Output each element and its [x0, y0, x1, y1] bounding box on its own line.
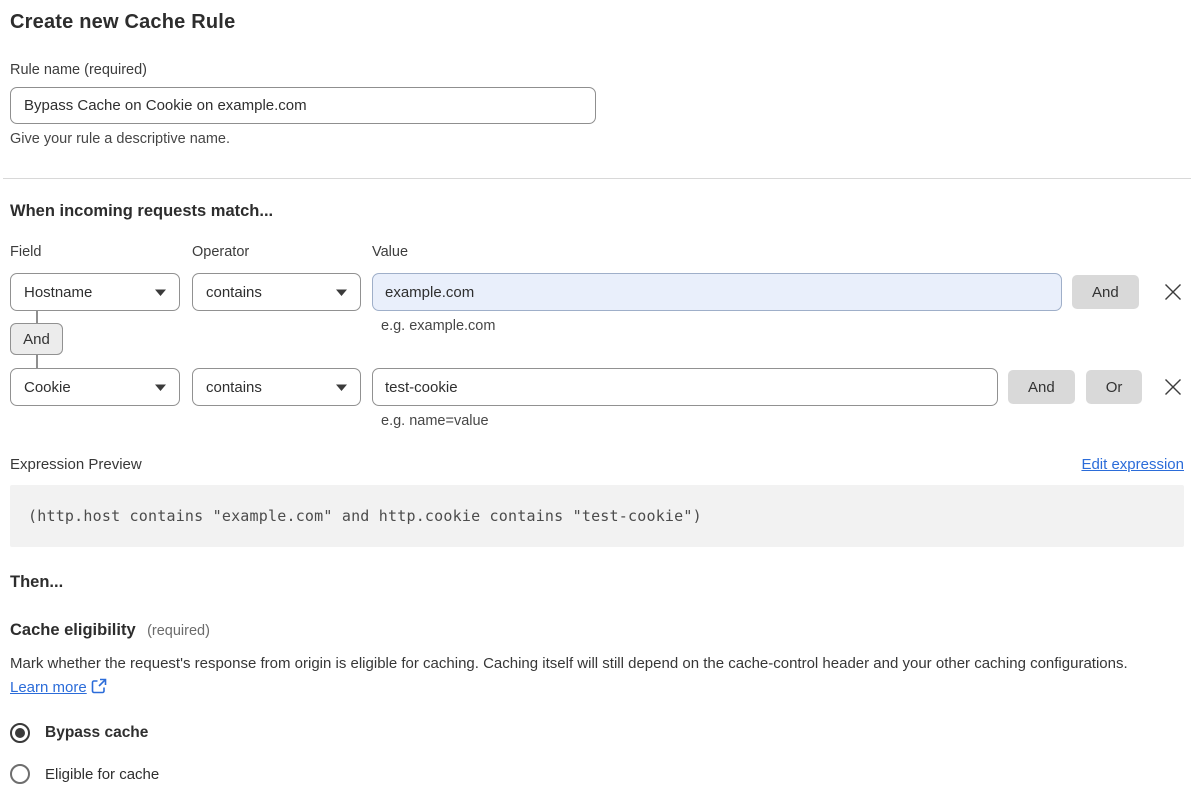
match-section-heading: When incoming requests match...: [10, 202, 274, 220]
operator-select-2-value: contains: [206, 378, 262, 396]
create-cache-rule-form: Create new Cache Rule Rule name (require…: [3, 0, 1191, 784]
condition-row-1: Hostname contains And: [10, 273, 1184, 311]
chevron-down-icon: [336, 289, 347, 296]
operator-column-label: Operator: [192, 244, 250, 260]
external-link-icon: [91, 678, 107, 702]
condition-column-labels: Field Operator Value: [10, 244, 1184, 260]
close-icon: [1165, 379, 1181, 395]
expression-header: Expression Preview Edit expression: [10, 456, 1184, 473]
cache-eligibility-description: Mark whether the request's response from…: [10, 652, 1170, 702]
expression-preview-label: Expression Preview: [10, 456, 142, 473]
field-select-2[interactable]: Cookie: [10, 368, 180, 406]
connector-line-top: [36, 311, 38, 323]
radio-label: Bypass cache: [45, 724, 149, 741]
cache-eligibility-title: Cache eligibility: [10, 621, 136, 639]
value-hint-1: e.g. example.com: [381, 318, 496, 334]
rule-name-input[interactable]: [10, 87, 596, 124]
operator-select-1[interactable]: contains: [192, 273, 361, 311]
connector-area: e.g. example.com And: [10, 311, 1184, 368]
edit-expression-link[interactable]: Edit expression: [1081, 456, 1184, 473]
add-and-condition-button-1[interactable]: And: [1072, 275, 1139, 309]
learn-more-link[interactable]: Learn more: [10, 679, 87, 696]
operator-select-1-value: contains: [206, 283, 262, 301]
cache-eligibility-options: Bypass cache Eligible for cache: [10, 723, 1184, 784]
description-text: Mark whether the request's response from…: [10, 655, 1128, 672]
radio-option-eligible-for-cache[interactable]: Eligible for cache: [10, 764, 1184, 784]
close-icon: [1165, 284, 1181, 300]
remove-condition-button-2[interactable]: [1162, 376, 1184, 398]
then-heading: Then...: [10, 573, 64, 591]
chevron-down-icon: [336, 384, 347, 391]
required-note: (required): [147, 623, 210, 639]
connector-and-badge[interactable]: And: [10, 323, 63, 355]
radio-label: Eligible for cache: [45, 765, 160, 783]
expression-code: (http.host contains "example.com" and ht…: [28, 507, 702, 525]
field-select-1[interactable]: Hostname: [10, 273, 180, 311]
value-input-2[interactable]: [372, 368, 998, 406]
connector-line-bottom: [36, 355, 38, 368]
value-input-1[interactable]: [372, 273, 1062, 311]
rule-name-helper: Give your rule a descriptive name.: [10, 131, 231, 147]
row-2-hint-area: e.g. name=value: [10, 406, 1184, 440]
page-title: Create new Cache Rule: [10, 11, 236, 33]
value-hint-2: e.g. name=value: [381, 413, 489, 429]
radio-button-selected[interactable]: [10, 723, 30, 743]
operator-select-2[interactable]: contains: [192, 368, 361, 406]
radio-button-unselected[interactable]: [10, 764, 30, 784]
remove-condition-button-1[interactable]: [1162, 281, 1184, 303]
field-select-1-value: Hostname: [24, 283, 93, 301]
cache-eligibility-heading: Cache eligibility (required): [10, 621, 1184, 640]
rule-name-label: Rule name (required): [10, 62, 148, 78]
value-column-label: Value: [372, 244, 409, 260]
section-divider: [3, 178, 1191, 179]
field-select-2-value: Cookie: [24, 378, 71, 396]
field-column-label: Field: [10, 244, 42, 260]
radio-option-bypass-cache[interactable]: Bypass cache: [10, 723, 1184, 743]
condition-row-2: Cookie contains And Or: [10, 368, 1184, 406]
expression-preview-block: (http.host contains "example.com" and ht…: [10, 485, 1184, 547]
chevron-down-icon: [155, 289, 166, 296]
add-or-condition-button-2[interactable]: Or: [1085, 370, 1143, 404]
chevron-down-icon: [155, 384, 166, 391]
add-and-condition-button-2[interactable]: And: [1008, 370, 1075, 404]
